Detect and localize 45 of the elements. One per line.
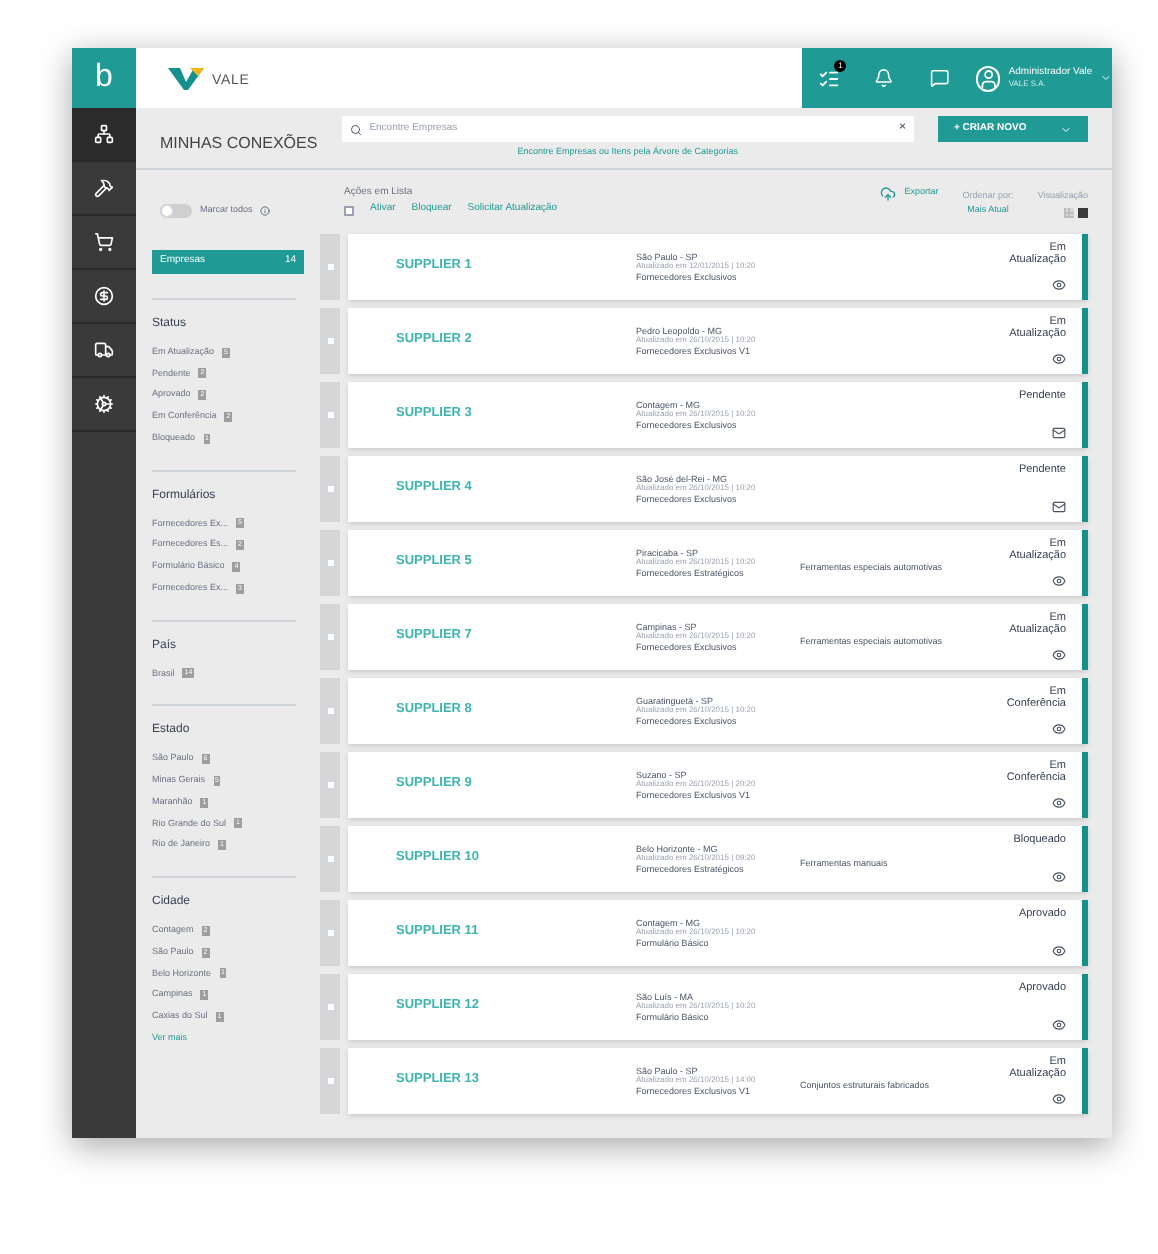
eye-icon[interactable] <box>1052 573 1066 588</box>
eye-icon[interactable] <box>1052 277 1066 292</box>
mail-icon[interactable] <box>1052 499 1066 514</box>
cart-icon <box>94 232 114 252</box>
row-checkbox[interactable] <box>325 927 335 938</box>
row-checkbox[interactable] <box>325 261 335 272</box>
eye-icon[interactable] <box>1052 351 1066 366</box>
eye-icon[interactable] <box>1052 1017 1066 1032</box>
list-view-button[interactable] <box>1078 207 1088 218</box>
upload-cloud-icon[interactable] <box>880 185 897 202</box>
info-icon <box>260 205 271 216</box>
truck-icon <box>94 340 114 360</box>
row-checkbox[interactable] <box>325 631 335 642</box>
eye-icon[interactable] <box>1052 1091 1066 1106</box>
user-avatar-icon[interactable] <box>975 65 1001 91</box>
bell-icon[interactable] <box>874 68 894 88</box>
row-checkbox[interactable] <box>325 409 335 420</box>
row-checkbox[interactable] <box>325 483 335 494</box>
app-logo[interactable]: b <box>72 48 136 108</box>
eye-icon[interactable] <box>1052 647 1066 662</box>
chevron-down-icon <box>1060 123 1072 135</box>
row-checkbox[interactable] <box>325 557 335 568</box>
eye-icon[interactable] <box>1052 943 1066 958</box>
page-title: MINHAS CONEXÕES <box>160 132 318 156</box>
row-checkbox[interactable] <box>325 779 335 790</box>
select-all-checkbox[interactable] <box>344 205 354 215</box>
toggle-switch[interactable] <box>160 203 192 218</box>
row-checkbox[interactable] <box>325 335 335 346</box>
eye-icon[interactable] <box>1052 795 1066 810</box>
coin-icon <box>94 286 114 306</box>
search-icon <box>349 123 362 135</box>
mail-icon[interactable] <box>1052 425 1066 440</box>
row-checkbox[interactable] <box>325 1001 335 1012</box>
eye-icon[interactable] <box>1052 869 1066 884</box>
message-icon[interactable] <box>929 68 950 88</box>
gears-icon <box>94 394 114 414</box>
network-icon <box>94 124 114 144</box>
task-list-icon[interactable] <box>818 67 841 89</box>
hammer-icon <box>94 178 114 198</box>
row-checkbox[interactable] <box>325 1075 335 1086</box>
rail-button[interactable] <box>72 108 136 162</box>
eye-icon[interactable] <box>1052 721 1066 736</box>
row-checkbox[interactable] <box>325 705 335 716</box>
row-checkbox[interactable] <box>325 853 335 864</box>
vale-logo-icon <box>168 66 204 90</box>
